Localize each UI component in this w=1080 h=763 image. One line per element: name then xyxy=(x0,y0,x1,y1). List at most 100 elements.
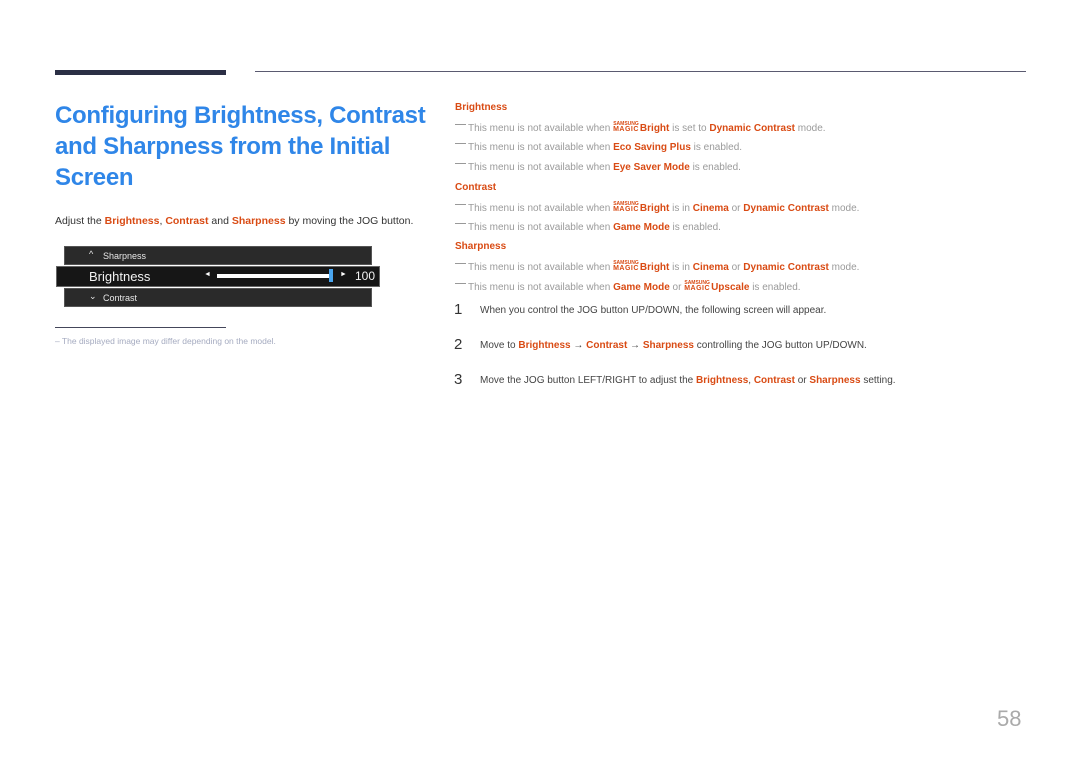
note-item: This menu is not available when Eco Savi… xyxy=(455,142,742,153)
arrow-left-icon: ◄ xyxy=(204,271,211,278)
note-text: is in xyxy=(669,203,693,214)
section-heading-sharpness: Sharpness xyxy=(455,241,507,252)
note-highlight: Dynamic Contrast xyxy=(743,262,829,273)
samsung-magic-logo-icon: SAMSUNG MAGIC xyxy=(613,261,639,273)
step-number: 3 xyxy=(454,371,463,388)
osd-next-label: Contrast xyxy=(103,293,138,303)
note-dash-icon xyxy=(455,163,466,164)
intro-and: and xyxy=(208,215,232,227)
step-text-part: setting. xyxy=(860,375,896,386)
note-highlight: Dynamic Contrast xyxy=(709,123,795,134)
note-text: is enabled. xyxy=(689,162,741,173)
step-text: Move to Brightness → Contrast → Sharpnes… xyxy=(480,340,867,351)
osd-slider-thumb xyxy=(329,269,333,282)
note-text: mode. xyxy=(828,262,860,273)
step-text-part: controlling the JOG button UP/DOWN. xyxy=(693,340,867,351)
intro-suffix: by moving the JOG button. xyxy=(285,215,414,227)
note-text: mode. xyxy=(794,123,826,134)
note-text: or xyxy=(728,262,744,273)
step-highlight: Sharpness xyxy=(809,375,861,386)
note-text: or xyxy=(728,203,744,214)
note-text: This menu is not available when xyxy=(468,282,614,293)
header-rule xyxy=(255,71,1026,72)
note-text: or xyxy=(669,282,685,293)
note-highlight: Upscale xyxy=(711,282,750,293)
osd-prev-item: ^ Sharpness xyxy=(64,246,372,265)
note-highlight: Eye Saver Mode xyxy=(613,162,690,173)
note-text: is enabled. xyxy=(690,142,743,153)
note-text: This menu is not available when xyxy=(468,262,614,273)
arrow-right-icon: → xyxy=(627,340,643,351)
chevron-up-icon: ^ xyxy=(89,249,94,259)
note-dash-icon xyxy=(455,204,466,205)
note-highlight: Game Mode xyxy=(613,222,670,233)
magic-bottom: MAGIC xyxy=(613,206,639,213)
step-text: Move the JOG button LEFT/RIGHT to adjust… xyxy=(480,375,896,386)
footnote: – The displayed image may differ dependi… xyxy=(55,336,276,346)
section-heading-contrast: Contrast xyxy=(455,182,497,193)
samsung-magic-logo-icon: SAMSUNG MAGIC xyxy=(613,202,639,214)
note-dash-icon xyxy=(455,283,466,284)
note-highlight: Game Mode xyxy=(613,282,670,293)
note-highlight: Cinema xyxy=(692,203,729,214)
note-dash-icon xyxy=(455,143,466,144)
note-highlight: Cinema xyxy=(692,262,729,273)
samsung-magic-logo-icon: SAMSUNG MAGIC xyxy=(684,281,711,293)
osd-slider-track xyxy=(217,274,331,278)
note-dash-icon xyxy=(455,263,466,264)
step-highlight: Contrast xyxy=(586,340,628,351)
osd-value: 100 xyxy=(355,269,376,283)
step-highlight: Brightness xyxy=(696,375,749,386)
osd-current-label: Brightness xyxy=(89,269,151,284)
note-text: This menu is not available when xyxy=(468,123,614,134)
step-text-part: Move the JOG button LEFT/RIGHT to adjust… xyxy=(480,375,697,386)
step-number: 2 xyxy=(454,336,463,353)
note-item: This menu is not available when SAMSUNG M… xyxy=(455,202,859,214)
note-highlight: Dynamic Contrast xyxy=(743,203,829,214)
note-highlight: Eco Saving Plus xyxy=(613,142,691,153)
step-text: When you control the JOG button UP/DOWN,… xyxy=(480,305,827,316)
intro-sharpness: Sharpness xyxy=(231,215,286,227)
intro-brightness: Brightness xyxy=(104,215,160,227)
note-text: This menu is not available when xyxy=(468,162,614,173)
samsung-magic-logo-icon: SAMSUNG MAGIC xyxy=(613,122,639,134)
intro-text: Adjust the Brightness, Contrast and Shar… xyxy=(55,215,413,227)
note-text: This menu is not available when xyxy=(468,203,614,214)
page-title: Configuring Brightness, Contrast and Sha… xyxy=(55,102,426,191)
intro-prefix: Adjust the xyxy=(55,215,105,227)
note-text: This menu is not available when xyxy=(468,142,614,153)
chevron-down-icon: ⌄ xyxy=(89,291,97,301)
page-number: 58 xyxy=(997,706,1022,731)
note-text: mode. xyxy=(828,203,860,214)
note-highlight: Bright xyxy=(639,123,670,134)
note-text: is enabled. xyxy=(749,282,801,293)
note-highlight: Bright xyxy=(639,203,670,214)
osd-prev-label: Sharpness xyxy=(103,251,147,261)
osd-next-item: ⌄ Contrast xyxy=(64,288,372,307)
intro-contrast: Contrast xyxy=(165,215,209,227)
magic-bottom: MAGIC xyxy=(684,285,711,292)
note-text: is enabled. xyxy=(669,222,721,233)
note-item: This menu is not available when SAMSUNG M… xyxy=(455,122,826,134)
note-dash-icon xyxy=(455,223,466,224)
footnote-rule xyxy=(55,327,226,328)
section-heading-brightness: Brightness xyxy=(455,102,508,113)
step-number: 1 xyxy=(454,301,463,318)
osd-illustration: ^ Sharpness Brightness ◄ ► 100 ⌄ Contras… xyxy=(56,246,380,308)
arrow-right-icon: ► xyxy=(340,271,347,278)
note-item: This menu is not available when Game Mod… xyxy=(455,222,721,233)
header-accent-bar xyxy=(55,70,226,75)
note-text: This menu is not available when xyxy=(468,222,614,233)
arrow-right-icon: → xyxy=(570,340,587,351)
note-dash-icon xyxy=(455,124,466,125)
magic-bottom: MAGIC xyxy=(613,265,639,272)
note-highlight: Bright xyxy=(639,262,670,273)
step-highlight: Sharpness xyxy=(642,340,694,351)
magic-bottom: MAGIC xyxy=(613,126,639,133)
step-highlight: Brightness xyxy=(518,340,571,351)
note-text: is set to xyxy=(669,123,710,134)
note-text: is in xyxy=(669,262,693,273)
note-item: This menu is not available when SAMSUNG M… xyxy=(455,261,859,273)
step-text-part: Move to xyxy=(480,340,519,351)
note-item: This menu is not available when Game Mod… xyxy=(455,281,801,293)
